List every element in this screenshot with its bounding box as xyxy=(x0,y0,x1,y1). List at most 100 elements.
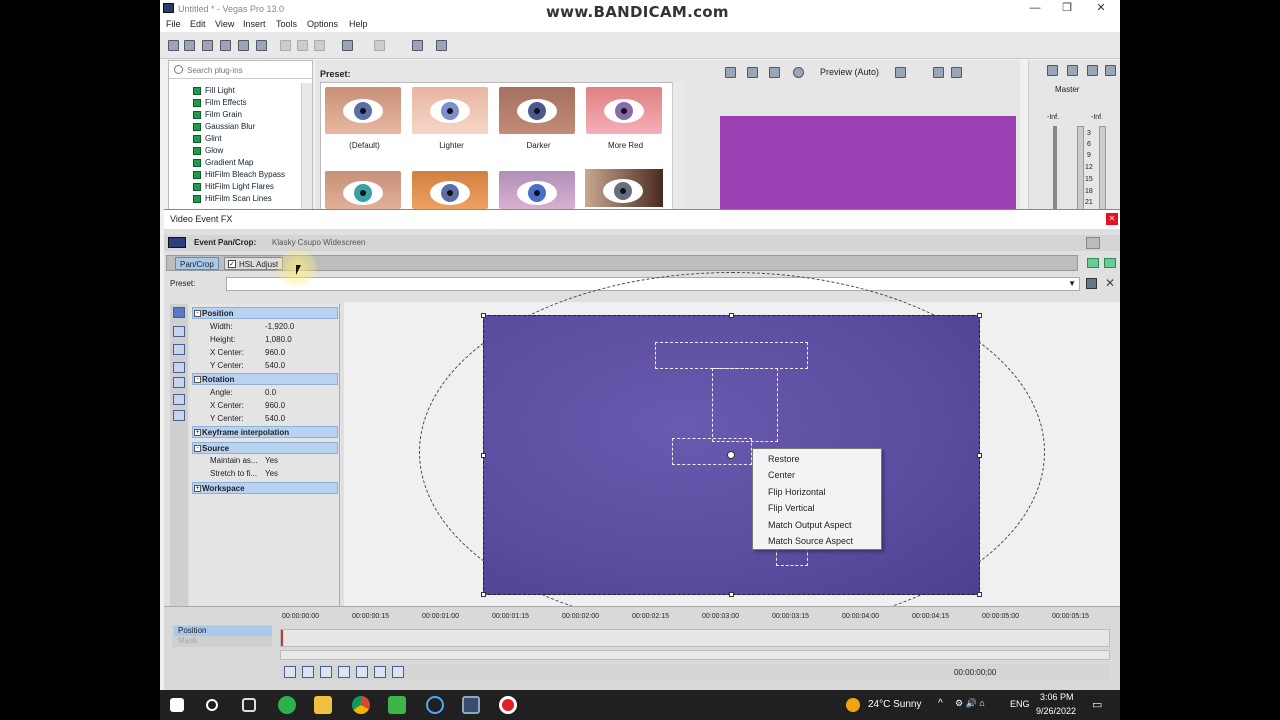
group-position[interactable]: - Position xyxy=(192,307,338,319)
external-monitor-icon[interactable] xyxy=(747,67,758,78)
resize-handle[interactable] xyxy=(977,313,982,318)
preset-thumb[interactable] xyxy=(499,171,575,209)
menu-item-restore[interactable]: Restore xyxy=(768,454,800,464)
tray-icons[interactable]: ⚙ 🔊 ⌂ xyxy=(955,698,985,709)
menu-edit[interactable]: Edit xyxy=(190,19,206,29)
master-fader-track[interactable] xyxy=(1053,126,1057,210)
menu-item-match-source-aspect[interactable]: Match Source Aspect xyxy=(768,536,853,546)
preset-thumb-more-red[interactable] xyxy=(586,87,662,134)
tray-chevron-icon[interactable]: ^ xyxy=(938,698,943,709)
copy-icon[interactable] xyxy=(297,40,308,51)
layout-toggle-icon[interactable] xyxy=(1086,237,1100,249)
plugin-item[interactable]: Gradient Map xyxy=(193,158,253,167)
clock-date[interactable]: 9/26/2022 xyxy=(1036,706,1076,716)
plugin-item[interactable]: HitFilm Bleach Bypass xyxy=(193,170,285,179)
keyframe-lane[interactable] xyxy=(280,629,1110,647)
resize-handle[interactable] xyxy=(977,592,982,597)
preview-fx-icon[interactable] xyxy=(769,67,780,78)
group-source[interactable]: - Source xyxy=(192,442,338,454)
notification-icon[interactable]: ▭ xyxy=(1092,698,1102,711)
prop-value-y-center[interactable]: 540.0 xyxy=(265,361,285,370)
move-tool-icon[interactable] xyxy=(173,326,185,337)
new-icon[interactable] xyxy=(168,40,179,51)
file-explorer-icon[interactable] xyxy=(314,696,332,714)
project-properties-icon[interactable] xyxy=(725,67,736,78)
enable-snapping-icon[interactable] xyxy=(412,40,423,51)
utorrent-icon[interactable] xyxy=(278,696,296,714)
search-icon[interactable] xyxy=(206,699,218,711)
preset-thumb-darker[interactable] xyxy=(499,87,575,134)
resize-handle[interactable] xyxy=(481,453,486,458)
remove-fx-icon[interactable] xyxy=(1104,258,1116,268)
preview-quality-select[interactable]: Preview (Auto) xyxy=(820,67,879,77)
menu-help[interactable]: Help xyxy=(349,19,368,29)
expand-icon[interactable]: + xyxy=(194,429,201,436)
dialog-close-icon[interactable]: ✕ xyxy=(1106,213,1118,225)
menu-tools[interactable]: Tools xyxy=(276,19,297,29)
resize-handle[interactable] xyxy=(729,592,734,597)
menu-item-flip-horizontal[interactable]: Flip Horizontal xyxy=(768,487,826,497)
group-workspace[interactable]: + Workspace xyxy=(192,482,338,494)
track-position[interactable]: Position xyxy=(174,626,272,636)
save-as-icon[interactable] xyxy=(220,40,231,51)
cut-icon[interactable] xyxy=(280,40,291,51)
menu-file[interactable]: File xyxy=(166,19,181,29)
add-fx-icon[interactable] xyxy=(1087,258,1099,268)
prop-value-stretch[interactable]: Yes xyxy=(265,469,278,478)
timeline-ruler[interactable]: 00:00:00:00 00:00:00:15 00:00:01:00 00:0… xyxy=(280,613,1110,625)
center-point-icon[interactable] xyxy=(727,451,735,459)
checkbox-checked-icon[interactable]: ✓ xyxy=(228,260,236,268)
language-indicator[interactable]: ENG xyxy=(1010,699,1030,709)
delete-keyframe-icon[interactable] xyxy=(356,666,368,678)
properties-icon[interactable] xyxy=(256,40,267,51)
dim-icon[interactable] xyxy=(1105,65,1116,76)
chain-item-pan-crop[interactable]: Pan/Crop xyxy=(175,257,219,270)
crop-frame[interactable] xyxy=(481,313,982,597)
notepad-plus-icon[interactable] xyxy=(388,696,406,714)
menu-insert[interactable]: Insert xyxy=(243,19,266,29)
plugin-item[interactable]: Fill Light xyxy=(193,86,235,95)
save-preset-icon[interactable] xyxy=(1086,278,1097,289)
expand-icon[interactable]: + xyxy=(194,485,201,492)
plugin-scrollbar[interactable] xyxy=(301,83,312,209)
preset-thumb[interactable] xyxy=(412,171,488,209)
resize-handle[interactable] xyxy=(977,453,982,458)
overlays-icon[interactable] xyxy=(895,67,906,78)
save-snapshot-icon[interactable] xyxy=(951,67,962,78)
pan-crop-canvas[interactable]: Restore Center Flip Horizontal Flip Vert… xyxy=(344,272,1120,632)
group-keyframe-interpolation[interactable]: + Keyframe interpolation xyxy=(192,426,338,438)
plugin-item[interactable]: Film Effects xyxy=(193,98,247,107)
collapse-icon[interactable]: - xyxy=(194,445,201,452)
redo-icon[interactable] xyxy=(374,40,385,51)
start-windows-icon[interactable] xyxy=(170,698,184,712)
collapse-icon[interactable]: - xyxy=(194,310,201,317)
collapse-icon[interactable]: - xyxy=(194,376,201,383)
delete-preset-icon[interactable]: ✕ xyxy=(1105,276,1115,290)
lock-aspect-icon[interactable] xyxy=(173,377,185,388)
auto-ripple-icon[interactable] xyxy=(436,40,447,51)
plugin-item[interactable]: Glint xyxy=(193,134,221,143)
playhead[interactable] xyxy=(281,630,283,646)
copy-snapshot-icon[interactable] xyxy=(933,67,944,78)
prop-value-rot-y[interactable]: 540.0 xyxy=(265,414,285,423)
prop-value-angle[interactable]: 0.0 xyxy=(265,388,276,397)
split-screen-icon[interactable] xyxy=(793,67,804,78)
vegas-taskbar-icon[interactable] xyxy=(462,696,480,714)
size-about-center-icon[interactable] xyxy=(173,394,185,405)
master-icon[interactable] xyxy=(1047,65,1058,76)
menu-item-flip-vertical[interactable]: Flip Vertical xyxy=(768,503,815,513)
weather-text[interactable]: 24°C Sunny xyxy=(868,699,921,710)
close-button[interactable]: ✕ xyxy=(1084,0,1118,17)
preset-thumb-default[interactable] xyxy=(325,87,401,134)
bandicam-record-icon[interactable] xyxy=(499,696,517,714)
move-freely-icon[interactable] xyxy=(173,410,185,421)
render-icon[interactable] xyxy=(238,40,249,51)
sync-cursor-icon[interactable] xyxy=(284,666,296,678)
undo-icon[interactable] xyxy=(342,40,353,51)
normal-edit-tool-icon[interactable] xyxy=(173,307,185,318)
plugin-item[interactable]: Gaussian Blur xyxy=(193,122,255,131)
plugin-item[interactable]: HitFilm Light Flares xyxy=(193,182,274,191)
task-view-icon[interactable] xyxy=(242,698,256,712)
prop-value-height[interactable]: 1,080.0 xyxy=(265,335,292,344)
edge-icon[interactable] xyxy=(426,696,444,714)
